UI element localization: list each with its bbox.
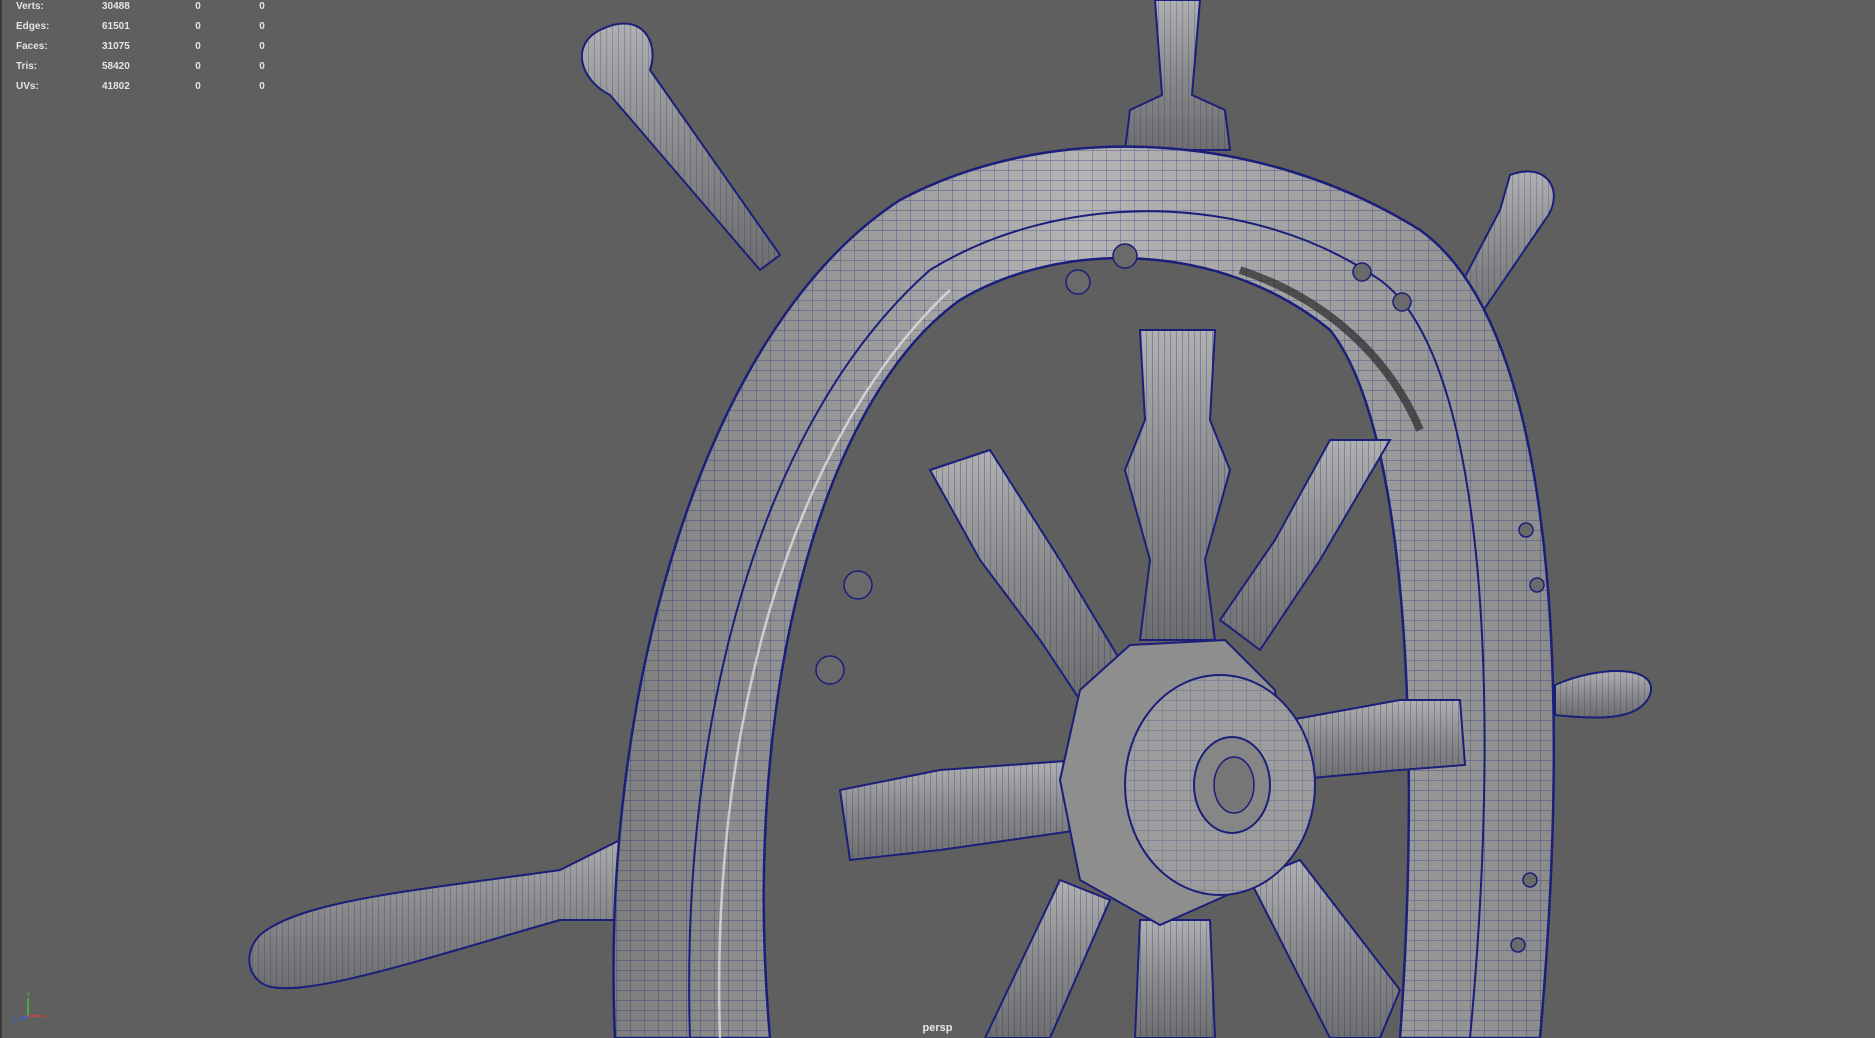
hud-total: 61501 (102, 21, 130, 32)
hud-total: 58420 (102, 61, 130, 72)
hud-label: Edges: (16, 21, 50, 32)
hud-label: Tris: (16, 61, 38, 72)
handle-right (1554, 670, 1653, 719)
camera-name-label: persp (922, 1022, 953, 1034)
hud-label: Verts: (16, 1, 44, 12)
handle-top-left (581, 22, 782, 272)
hud-selected: 0 (195, 21, 201, 32)
hud-component: 0 (259, 1, 265, 12)
hud-total: 31075 (102, 41, 130, 52)
hud-label: Faces: (16, 41, 48, 52)
hud-total: 41802 (102, 81, 130, 92)
spoke-upper (1123, 329, 1232, 641)
axis-y-label: Y (26, 992, 31, 999)
3d-viewport[interactable]: Verts: 30488 0 0 Edges: 61501 0 0 Faces:… (0, 0, 1875, 1038)
hud-row-verts: Verts: 30488 0 0 (16, 0, 294, 17)
hud-row-edges: Edges: 61501 0 0 (16, 17, 294, 37)
spoke-lower-left (983, 878, 1112, 1038)
hud-selected: 0 (195, 61, 201, 72)
spoke-left (838, 758, 1081, 862)
handle-bottom-left (248, 828, 662, 990)
spoke-upper-left (928, 448, 1122, 702)
hud-selected: 0 (195, 81, 201, 92)
poly-count-hud: Verts: 30488 0 0 Edges: 61501 0 0 Faces:… (16, 0, 294, 97)
hud-component: 0 (259, 61, 265, 72)
spoke-lower-right (1248, 858, 1402, 1038)
hud-total: 30488 (102, 1, 130, 12)
hud-selected: 0 (195, 41, 201, 52)
spoke-lower (1133, 919, 1217, 1038)
hud-component: 0 (259, 21, 265, 32)
axis-x-label: X (42, 1014, 47, 1021)
hud-label: UVs: (16, 81, 39, 92)
hud-row-uvs: UVs: 41802 0 0 (16, 77, 294, 97)
hud-component: 0 (259, 81, 265, 92)
hud-selected: 0 (195, 1, 201, 12)
handle-top (1123, 0, 1232, 151)
hud-row-tris: Tris: 58420 0 0 (16, 57, 294, 77)
spoke-upper-right (1218, 439, 1392, 652)
hud-component: 0 (259, 41, 265, 52)
hud-row-faces: Faces: 31075 0 0 (16, 37, 294, 57)
ship-wheel-model[interactable] (0, 0, 1875, 1038)
spoke-right (1289, 699, 1467, 782)
